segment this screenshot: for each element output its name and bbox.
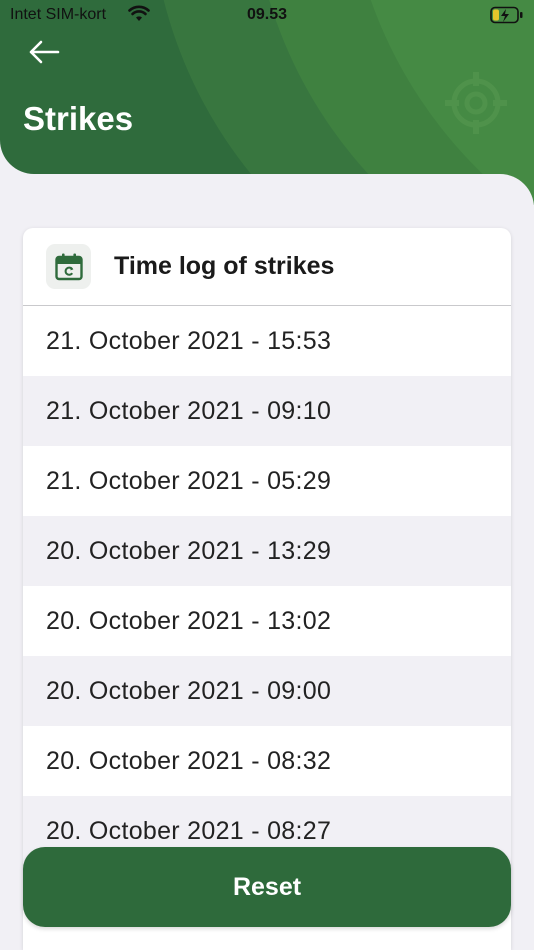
log-entry: 20. October 2021 - 13:02	[46, 606, 332, 635]
log-entry: 20. October 2021 - 09:00	[23, 656, 511, 726]
log-entry: 21. October 2021 - 09:10	[23, 376, 511, 446]
status-bar: Intet SIM-kort 09.53	[0, 0, 534, 32]
calendar-icon	[54, 253, 83, 280]
log-entry: 20. October 2021 - 08:32	[46, 746, 332, 775]
calendar-icon-container	[46, 244, 91, 289]
header: Intet SIM-kort 09.53 Strikes	[0, 0, 534, 205]
log-entry: 21. October 2021 - 05:29	[46, 466, 332, 495]
strike-log-list: 21. October 2021 - 15:53 21. October 202…	[23, 306, 511, 866]
battery-charging-icon	[490, 6, 523, 24]
card-title: Time log of strikes	[114, 252, 335, 280]
arrow-left-icon	[29, 40, 60, 64]
back-button[interactable]	[22, 34, 66, 70]
log-entry: 21. October 2021 - 15:53	[46, 326, 332, 355]
log-entry: 20. October 2021 - 13:29	[23, 516, 511, 586]
strike-log-card: Time log of strikes 21. October 2021 - 1…	[23, 228, 511, 950]
page-title: Strikes	[23, 100, 134, 137]
card-header: Time log of strikes	[23, 228, 511, 306]
crosshair-icon	[445, 72, 507, 134]
clock: 09.53	[246, 6, 288, 23]
reset-button[interactable]: Reset	[23, 847, 511, 927]
